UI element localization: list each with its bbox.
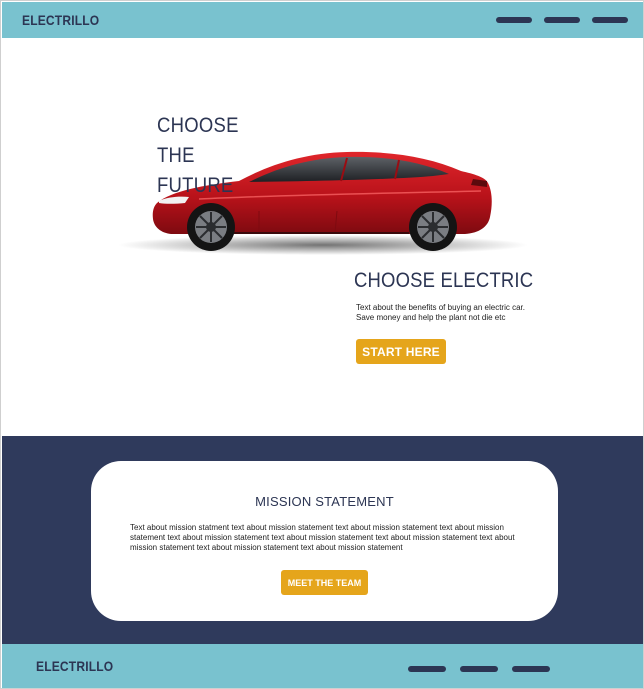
footer-menu-bar-1[interactable] xyxy=(408,666,446,672)
menu-bar-2[interactable] xyxy=(544,17,580,23)
start-here-button[interactable]: START HERE xyxy=(356,339,446,364)
page: ELECTRILLO CHOOSE THE FUTURE CHOOSE ELEC… xyxy=(0,0,644,689)
menu-bar-3[interactable] xyxy=(592,17,628,23)
footer-menu-bar-2[interactable] xyxy=(460,666,498,672)
hero-title: CHOOSE THE FUTURE xyxy=(157,114,239,197)
hero-subtitle: CHOOSE ELECTRIC xyxy=(354,269,534,292)
header-logo[interactable]: ELECTRILLO xyxy=(22,12,99,28)
menu-bar-1[interactable] xyxy=(496,17,532,23)
mission-body-text: Text about mission statment text about m… xyxy=(130,523,515,552)
mission-card: MISSION STATEMENT Text about mission sta… xyxy=(91,461,558,621)
mission-title: MISSION STATEMENT xyxy=(255,494,394,509)
footer: ELECTRILLO xyxy=(2,644,643,688)
footer-logo[interactable]: ELECTRILLO xyxy=(36,658,113,674)
header: ELECTRILLO xyxy=(2,2,643,38)
footer-menu-bar-3[interactable] xyxy=(512,666,550,672)
hero-body-text: Text about the benefits of buying an ele… xyxy=(356,303,525,322)
meet-the-team-button[interactable]: MEET THE TEAM xyxy=(281,570,368,595)
